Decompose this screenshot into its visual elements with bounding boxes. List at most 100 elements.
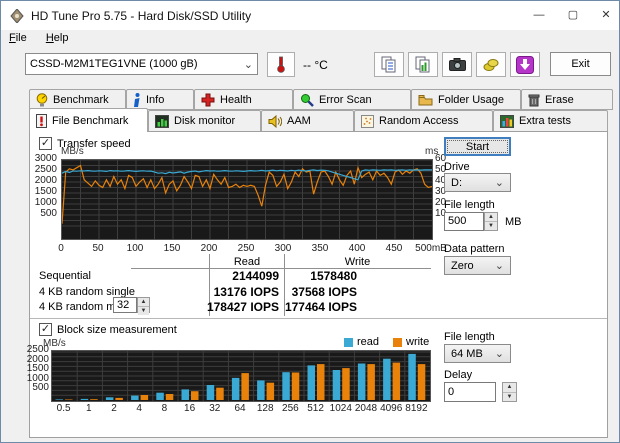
tab-disk-monitor[interactable]: Disk monitor [148,110,261,132]
file-length-unit: MB [505,216,522,228]
spin-down-icon[interactable]: ▼ [503,392,516,401]
tab-label: Random Access [379,115,459,127]
tab-label: Health [220,93,252,106]
copy-text-button[interactable] [374,52,404,77]
tab-label: Info [146,93,165,106]
tab-health[interactable]: Health [194,89,293,110]
minimize-button[interactable]: — [523,1,555,29]
block-size-label: Block size measurement [57,324,177,336]
tab-extra-tests[interactable]: Extra tests [493,110,608,132]
legend-read-label: read [357,336,380,348]
file-benchmark-icon [36,113,47,128]
transfer-speed-checkbox[interactable]: ✓ [39,137,52,150]
tab-erase[interactable]: Erase [521,89,613,110]
spin-up-icon[interactable]: ▲ [138,298,149,307]
data-pattern-select[interactable]: Zero ⌄ [444,256,511,275]
drive-label: Drive [444,161,470,173]
queue-depth-updown[interactable]: ▲ ▼ [137,297,150,315]
tab-label: Disk monitor [174,115,236,127]
tab-label: Extra tests [519,115,571,127]
bar-chart-left-ticks: 2500 2000 1500 1000 500 [23,345,49,400]
camera-icon [448,58,466,71]
delay-label: Delay [444,369,473,381]
menu-file[interactable]: File [1,30,35,46]
block-size-checkbox[interactable]: ✓ [39,323,52,336]
queue-depth-spinner[interactable]: 32 ▲ ▼ [113,297,150,315]
block-file-length-value: 64 MB [451,347,483,360]
block-file-length-label: File length [444,331,495,343]
data-pattern-label: Data pattern [444,243,505,255]
data-pattern-value: Zero [451,259,474,272]
temperature-button[interactable] [267,52,295,77]
queue-depth-value[interactable]: 32 [113,297,137,313]
tab-label: Benchmark [53,93,109,106]
chevron-down-icon: ⌄ [494,260,504,272]
file-length-value[interactable]: 500 [444,212,484,231]
app-logo-icon [10,9,24,23]
download-arrow-icon [516,55,534,74]
spin-down-icon[interactable]: ▼ [138,307,149,315]
tab-error-scan[interactable]: Error Scan [293,89,411,110]
tab-random-access[interactable]: Random Access [354,110,493,132]
tab-info[interactable]: Info [126,89,194,110]
axis-tick: 500 [32,382,49,394]
file-length-updown[interactable]: ▲ ▼ [484,212,498,231]
drive-select-value: D: [451,176,462,189]
tab-label: Error Scan [319,93,372,106]
delay-updown[interactable]: ▲ ▼ [502,382,517,402]
delay-input[interactable]: 0 [444,382,496,402]
folder-icon [418,94,433,105]
drive-select[interactable]: D: ⌄ [444,173,511,192]
disk-monitor-icon [155,114,169,128]
axis-tick: 100 [126,243,144,254]
maximize-button[interactable]: ▢ [557,1,589,29]
axis-tick: 300 [274,243,292,254]
title-bar: HD Tune Pro 5.75 - Hard Disk/SSD Utility… [1,1,619,30]
temperature-readout: -- °C [303,58,328,72]
app-window: HD Tune Pro 5.75 - Hard Disk/SSD Utility… [0,0,620,443]
axis-tick: 1500 [34,186,57,197]
line-chart-x-ticks: 0 50 100 150 200 250 300 350 400 450 500mB [58,243,447,256]
close-button[interactable]: ✕ [590,1,619,29]
exit-button[interactable]: Exit [550,52,611,76]
read-column-header: Read [233,256,261,268]
tab-aam[interactable]: AAM [261,110,354,132]
tab-benchmark[interactable]: Benchmark [29,89,126,110]
menu-bar: File Help [1,30,619,49]
random-single-read-value: 13176 IOPS [213,285,279,299]
legend-write-label: write [406,336,430,348]
tab-folder-usage[interactable]: Folder Usage [411,89,521,110]
bar-chart-x-ticks: 0.5 1 2 4 8 16 32 64 128 256 512 1024 2048 4096 8192 [51,404,429,416]
copy-text-icon [381,56,396,73]
file-length-spinner[interactable]: 500 ▲ ▼ [444,212,498,231]
legend-write: write [393,336,429,348]
block-file-length-select[interactable]: 64 MB ⌄ [444,344,511,363]
transfer-speed-chart [61,159,433,240]
file-length-label: File length [444,199,495,211]
spin-up-icon[interactable]: ▲ [485,213,497,222]
spin-down-icon[interactable]: ▼ [485,222,497,230]
coins-icon [483,59,499,71]
tab-file-benchmark[interactable]: File Benchmark [29,108,148,132]
random-access-icon [361,114,374,128]
menu-help[interactable]: Help [38,30,77,46]
screenshot-button[interactable] [442,52,472,77]
transfer-speed-plot [62,160,432,239]
legend-read-swatch [344,337,353,347]
copy-image-button[interactable] [408,52,438,77]
donate-button[interactable] [476,52,506,77]
start-button[interactable]: Start [444,137,511,156]
legend-write-swatch [393,337,402,347]
axis-tick: 8192 [405,403,428,414]
tab-label: AAM [287,115,311,127]
random-multi-write-value: 177464 IOPS [284,300,357,314]
axis-tick: 250 [237,243,255,254]
trash-icon [528,94,540,106]
spin-up-icon[interactable]: ▲ [503,383,516,393]
download-button[interactable] [510,52,540,77]
drive-combobox[interactable]: CSSD-M2M1TEG1VNE (1000 gB) ⌄ [25,53,258,75]
error-scan-magnifier-icon [301,93,314,107]
copy-image-icon [415,56,430,73]
axis-tick: 200 [200,243,218,254]
axis-tick: 2000 [34,175,57,186]
